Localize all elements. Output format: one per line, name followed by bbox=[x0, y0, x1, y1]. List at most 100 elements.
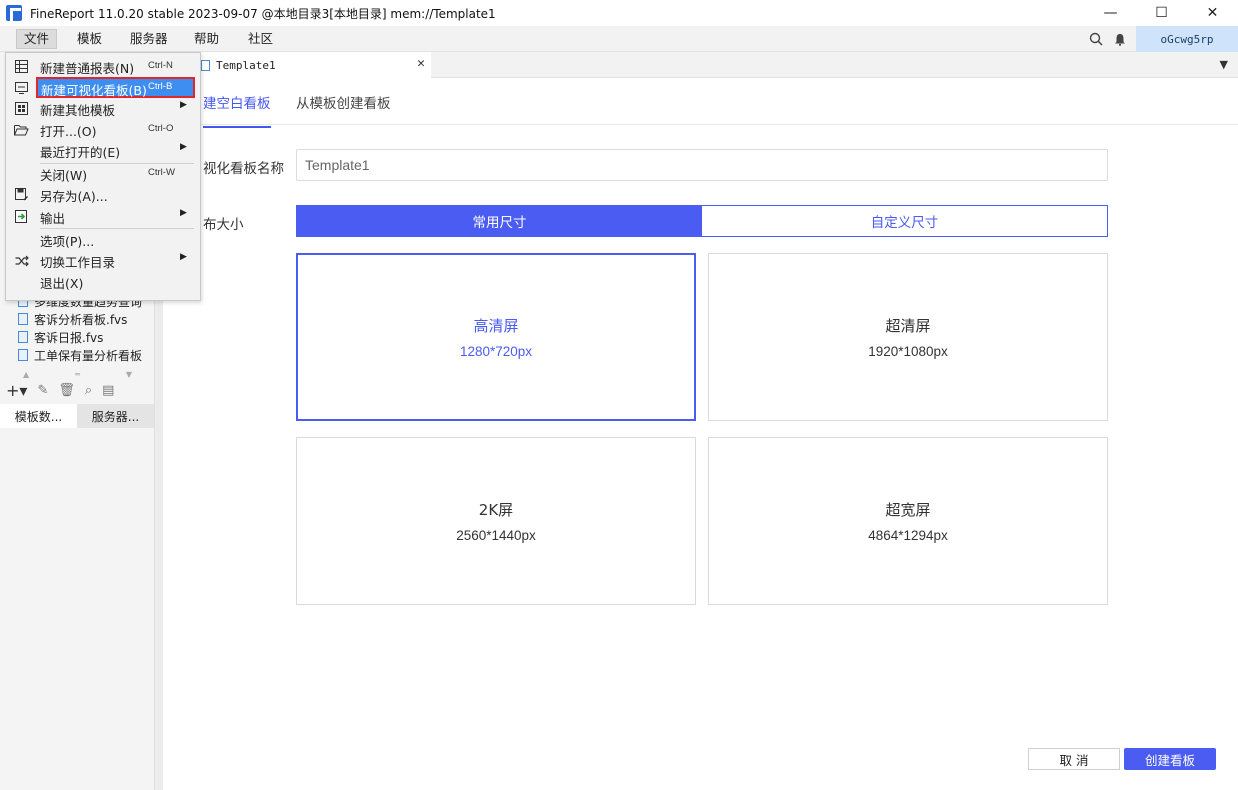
file-icon bbox=[18, 313, 28, 325]
size-card-hd[interactable]: 高清屏 1280*720px bbox=[296, 253, 696, 421]
size-card-dimensions: 4864*1294px bbox=[868, 528, 948, 543]
left-toolbar: +▾ ✎ 🗑 ⌕ ▤ bbox=[0, 378, 155, 402]
dashboard-name-input[interactable] bbox=[296, 149, 1108, 181]
close-tab-icon[interactable]: ✕ bbox=[417, 56, 425, 71]
tab-from-template[interactable]: 从模板创建看板 bbox=[296, 92, 391, 112]
menu-item-label: 选项(P)... bbox=[40, 234, 95, 249]
app-logo-icon bbox=[6, 5, 22, 21]
menu-item-options[interactable]: 选项(P)... bbox=[6, 229, 200, 250]
menu-item-open[interactable]: 打开...(O) Ctrl-O bbox=[6, 119, 200, 140]
menu-item-shortcut: Ctrl-W bbox=[148, 167, 175, 178]
close-window-button[interactable]: ✕ bbox=[1187, 0, 1238, 26]
menu-item-new-other[interactable]: 新建其他模板 ▶ bbox=[6, 98, 200, 119]
menu-bar: 文件 模板 服务器 帮助 社区 oGcwg5rp bbox=[0, 26, 1238, 52]
size-card-title: 超清屏 bbox=[885, 317, 931, 335]
menu-item-exit[interactable]: 退出(X) bbox=[6, 271, 200, 292]
file-item[interactable]: 客诉分析看板.fvs bbox=[0, 310, 145, 328]
panel-splitter[interactable]: ▲ ═ ▼ bbox=[0, 370, 155, 379]
size-card-ultrawide[interactable]: 超宽屏 4864*1294px bbox=[708, 437, 1108, 605]
maximize-button[interactable]: ☐ bbox=[1136, 0, 1187, 26]
menu-server[interactable]: 服务器 bbox=[123, 29, 175, 49]
file-icon bbox=[18, 349, 28, 361]
menu-item-label: 新建普通报表(N) bbox=[40, 61, 135, 76]
locate-icon[interactable]: ⌕ bbox=[85, 383, 92, 398]
menu-item-label: 退出(X) bbox=[40, 276, 84, 291]
menu-item-label: 最近打开的(E) bbox=[40, 145, 121, 160]
size-card-dimensions: 1920*1080px bbox=[868, 344, 948, 359]
size-card-title: 2K屏 bbox=[478, 501, 514, 519]
document-icon bbox=[201, 59, 210, 71]
menu-template[interactable]: 模板 bbox=[70, 29, 109, 49]
document-tab-template1[interactable]: Template1 ✕ bbox=[195, 52, 431, 78]
edit-icon[interactable]: ✎ bbox=[37, 383, 48, 398]
add-icon[interactable]: +▾ bbox=[6, 381, 27, 400]
tab-blank-dashboard[interactable]: 建空白看板 bbox=[203, 92, 271, 128]
create-dashboard-button[interactable]: 创建看板 bbox=[1124, 748, 1216, 770]
menu-item-save-as[interactable]: 另存为(A)... bbox=[6, 184, 200, 205]
tab-server[interactable]: 服务器... bbox=[77, 404, 154, 428]
file-item[interactable]: 客诉日报.fvs bbox=[0, 328, 145, 346]
cancel-button[interactable]: 取 消 bbox=[1028, 748, 1120, 770]
size-card-title: 高清屏 bbox=[473, 317, 519, 335]
menu-right-tools: oGcwg5rp bbox=[1084, 26, 1238, 52]
menu-item-close[interactable]: 关闭(W) Ctrl-W bbox=[6, 163, 200, 184]
menu-item-shortcut: Ctrl-O bbox=[148, 123, 174, 134]
bell-icon[interactable] bbox=[1108, 26, 1132, 52]
size-card-2k[interactable]: 2K屏 2560*1440px bbox=[296, 437, 696, 605]
new-dashboard-panel: 建空白看板 从模板创建看板 视化看板名称 布大小 常用尺寸 自定义尺寸 高清屏 … bbox=[163, 78, 1238, 790]
title-bar: FineReport 11.0.20 stable 2023-09-07 @本地… bbox=[0, 0, 1238, 26]
menu-community[interactable]: 社区 bbox=[241, 29, 280, 49]
menu-item-shortcut: Ctrl-B bbox=[148, 81, 173, 92]
tab-list-menu-icon[interactable]: ▼ bbox=[1220, 58, 1228, 71]
menu-help[interactable]: 帮助 bbox=[187, 29, 226, 49]
menu-item-export[interactable]: 输出 ▶ bbox=[6, 206, 200, 227]
filter-icon[interactable]: ▤ bbox=[102, 383, 114, 398]
create-mode-tabs: 建空白看板 从模板创建看板 bbox=[163, 78, 1238, 128]
export-icon bbox=[14, 209, 29, 224]
menu-item-new-report[interactable]: 新建普通报表(N) Ctrl-N bbox=[6, 56, 200, 77]
document-tab-strip: Template1 ✕ ▼ bbox=[155, 52, 1238, 78]
custom-size-button[interactable]: 自定义尺寸 bbox=[702, 206, 1107, 236]
menu-item-label: 打开...(O) bbox=[40, 124, 97, 139]
menu-item-new-dashboard[interactable]: 新建可视化看板(B) Ctrl-B bbox=[36, 77, 195, 98]
file-item[interactable]: 工单保有量分析看板 bbox=[0, 346, 145, 364]
window-title: FineReport 11.0.20 stable 2023-09-07 @本地… bbox=[30, 6, 496, 21]
submenu-arrow-icon: ▶ bbox=[180, 142, 187, 152]
left-panel-tabs: 模板数... 服务器... bbox=[0, 404, 155, 428]
size-mode-toggle: 常用尺寸 自定义尺寸 bbox=[296, 205, 1108, 237]
tab-template-data[interactable]: 模板数... bbox=[0, 404, 77, 428]
dashboard-name-label: 视化看板名称 bbox=[203, 161, 284, 177]
menu-item-recent[interactable]: 最近打开的(E) ▶ bbox=[6, 140, 200, 161]
folder-open-icon bbox=[14, 122, 29, 137]
file-name: 客诉分析看板.fvs bbox=[34, 312, 128, 327]
minimize-button[interactable]: — bbox=[1085, 0, 1136, 26]
file-icon bbox=[18, 331, 28, 343]
template-file-list: 多维度数量趋势查询 客诉分析看板.fvs 客诉日报.fvs 工单保有量分析看板 bbox=[0, 292, 145, 364]
menu-item-label: 新建可视化看板(B) bbox=[41, 83, 147, 98]
dashboard-icon-cell bbox=[6, 77, 36, 98]
menu-item-shortcut: Ctrl-N bbox=[148, 60, 173, 71]
menu-item-switch-workdir[interactable]: 切换工作目录 ▶ bbox=[6, 250, 200, 271]
template-grid-icon bbox=[14, 101, 29, 116]
delete-icon[interactable]: 🗑 bbox=[58, 383, 75, 398]
size-card-dimensions: 2560*1440px bbox=[456, 528, 536, 543]
window-controls: — ☐ ✕ bbox=[1085, 0, 1238, 26]
menu-item-label: 输出 bbox=[40, 211, 66, 226]
submenu-arrow-icon: ▶ bbox=[180, 100, 187, 110]
search-icon[interactable] bbox=[1084, 26, 1108, 52]
menu-item-label: 另存为(A)... bbox=[40, 189, 108, 204]
canvas-size-label: 布大小 bbox=[203, 217, 244, 233]
document-tab-label: Template1 bbox=[216, 58, 276, 72]
menu-item-label: 新建其他模板 bbox=[40, 103, 116, 118]
menu-file[interactable]: 文件 bbox=[16, 29, 58, 49]
user-account-badge[interactable]: oGcwg5rp bbox=[1136, 26, 1238, 52]
size-card-fhd[interactable]: 超清屏 1920*1080px bbox=[708, 253, 1108, 421]
size-card-dimensions: 1280*720px bbox=[459, 344, 533, 359]
common-size-button[interactable]: 常用尺寸 bbox=[297, 206, 702, 236]
grid-report-icon bbox=[14, 59, 29, 74]
submenu-arrow-icon: ▶ bbox=[180, 208, 187, 218]
dashboard-icon bbox=[14, 80, 29, 95]
save-as-icon bbox=[14, 187, 29, 202]
file-menu-dropdown: 新建普通报表(N) Ctrl-N 新建可视化看板(B) Ctrl-B 新建其他模… bbox=[5, 52, 201, 301]
menu-item-label: 切换工作目录 bbox=[40, 255, 116, 270]
